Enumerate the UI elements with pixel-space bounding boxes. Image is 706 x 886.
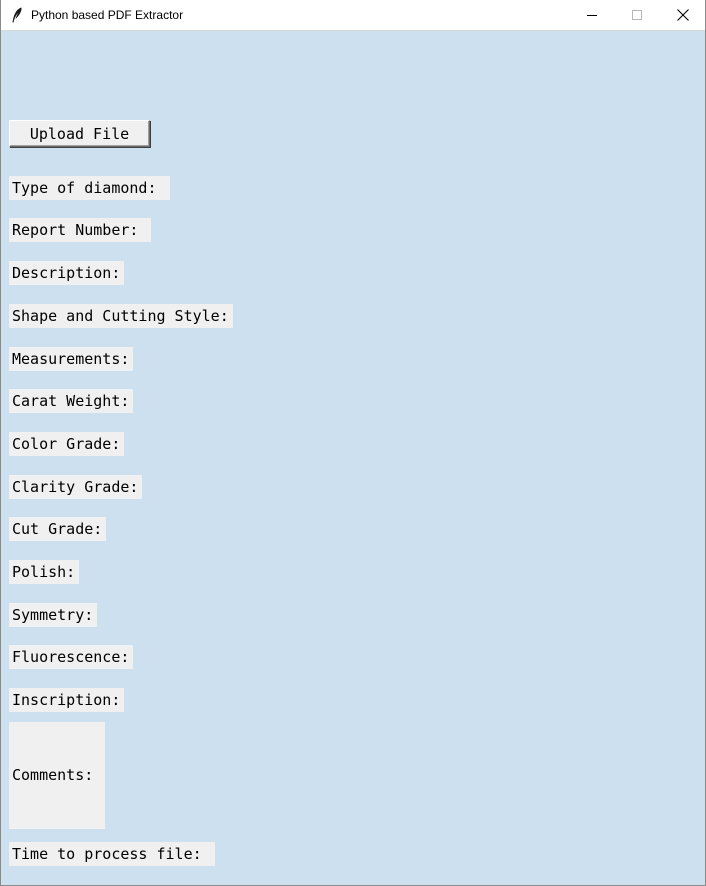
minimize-button[interactable] (569, 0, 615, 30)
label-clarity-grade: Clarity Grade: (9, 475, 143, 499)
window-title: Python based PDF Extractor (31, 8, 184, 22)
label-carat-weight: Carat Weight: (9, 389, 134, 413)
label-color-grade: Color Grade: (9, 432, 125, 456)
label-description: Description: (9, 261, 125, 285)
label-measurements: Measurements: (9, 347, 134, 371)
label-type-of-diamond: Type of diamond: (9, 176, 170, 200)
label-symmetry: Symmetry: (9, 603, 98, 627)
label-cut-grade: Cut Grade: (9, 517, 107, 541)
close-button[interactable] (660, 0, 706, 30)
label-fluorescence: Fluorescence: (9, 645, 134, 669)
label-shape-and-cutting-style: Shape and Cutting Style: (9, 304, 233, 328)
maximize-button[interactable] (614, 0, 660, 30)
label-polish: Polish: (9, 560, 80, 584)
maximize-icon (631, 6, 643, 25)
minimize-icon (586, 6, 598, 25)
label-time-to-process: Time to process file: (9, 842, 215, 866)
feather-icon (11, 7, 23, 23)
title-bar[interactable]: Python based PDF Extractor (1, 0, 705, 31)
upload-file-button[interactable]: Upload File (9, 120, 150, 147)
app-window: Python based PDF Extractor Upload File T… (0, 0, 706, 886)
label-inscription: Inscription: (9, 688, 125, 712)
label-report-number: Report Number: (9, 218, 152, 242)
label-comments: Comments: (9, 722, 105, 829)
close-icon (677, 6, 689, 25)
